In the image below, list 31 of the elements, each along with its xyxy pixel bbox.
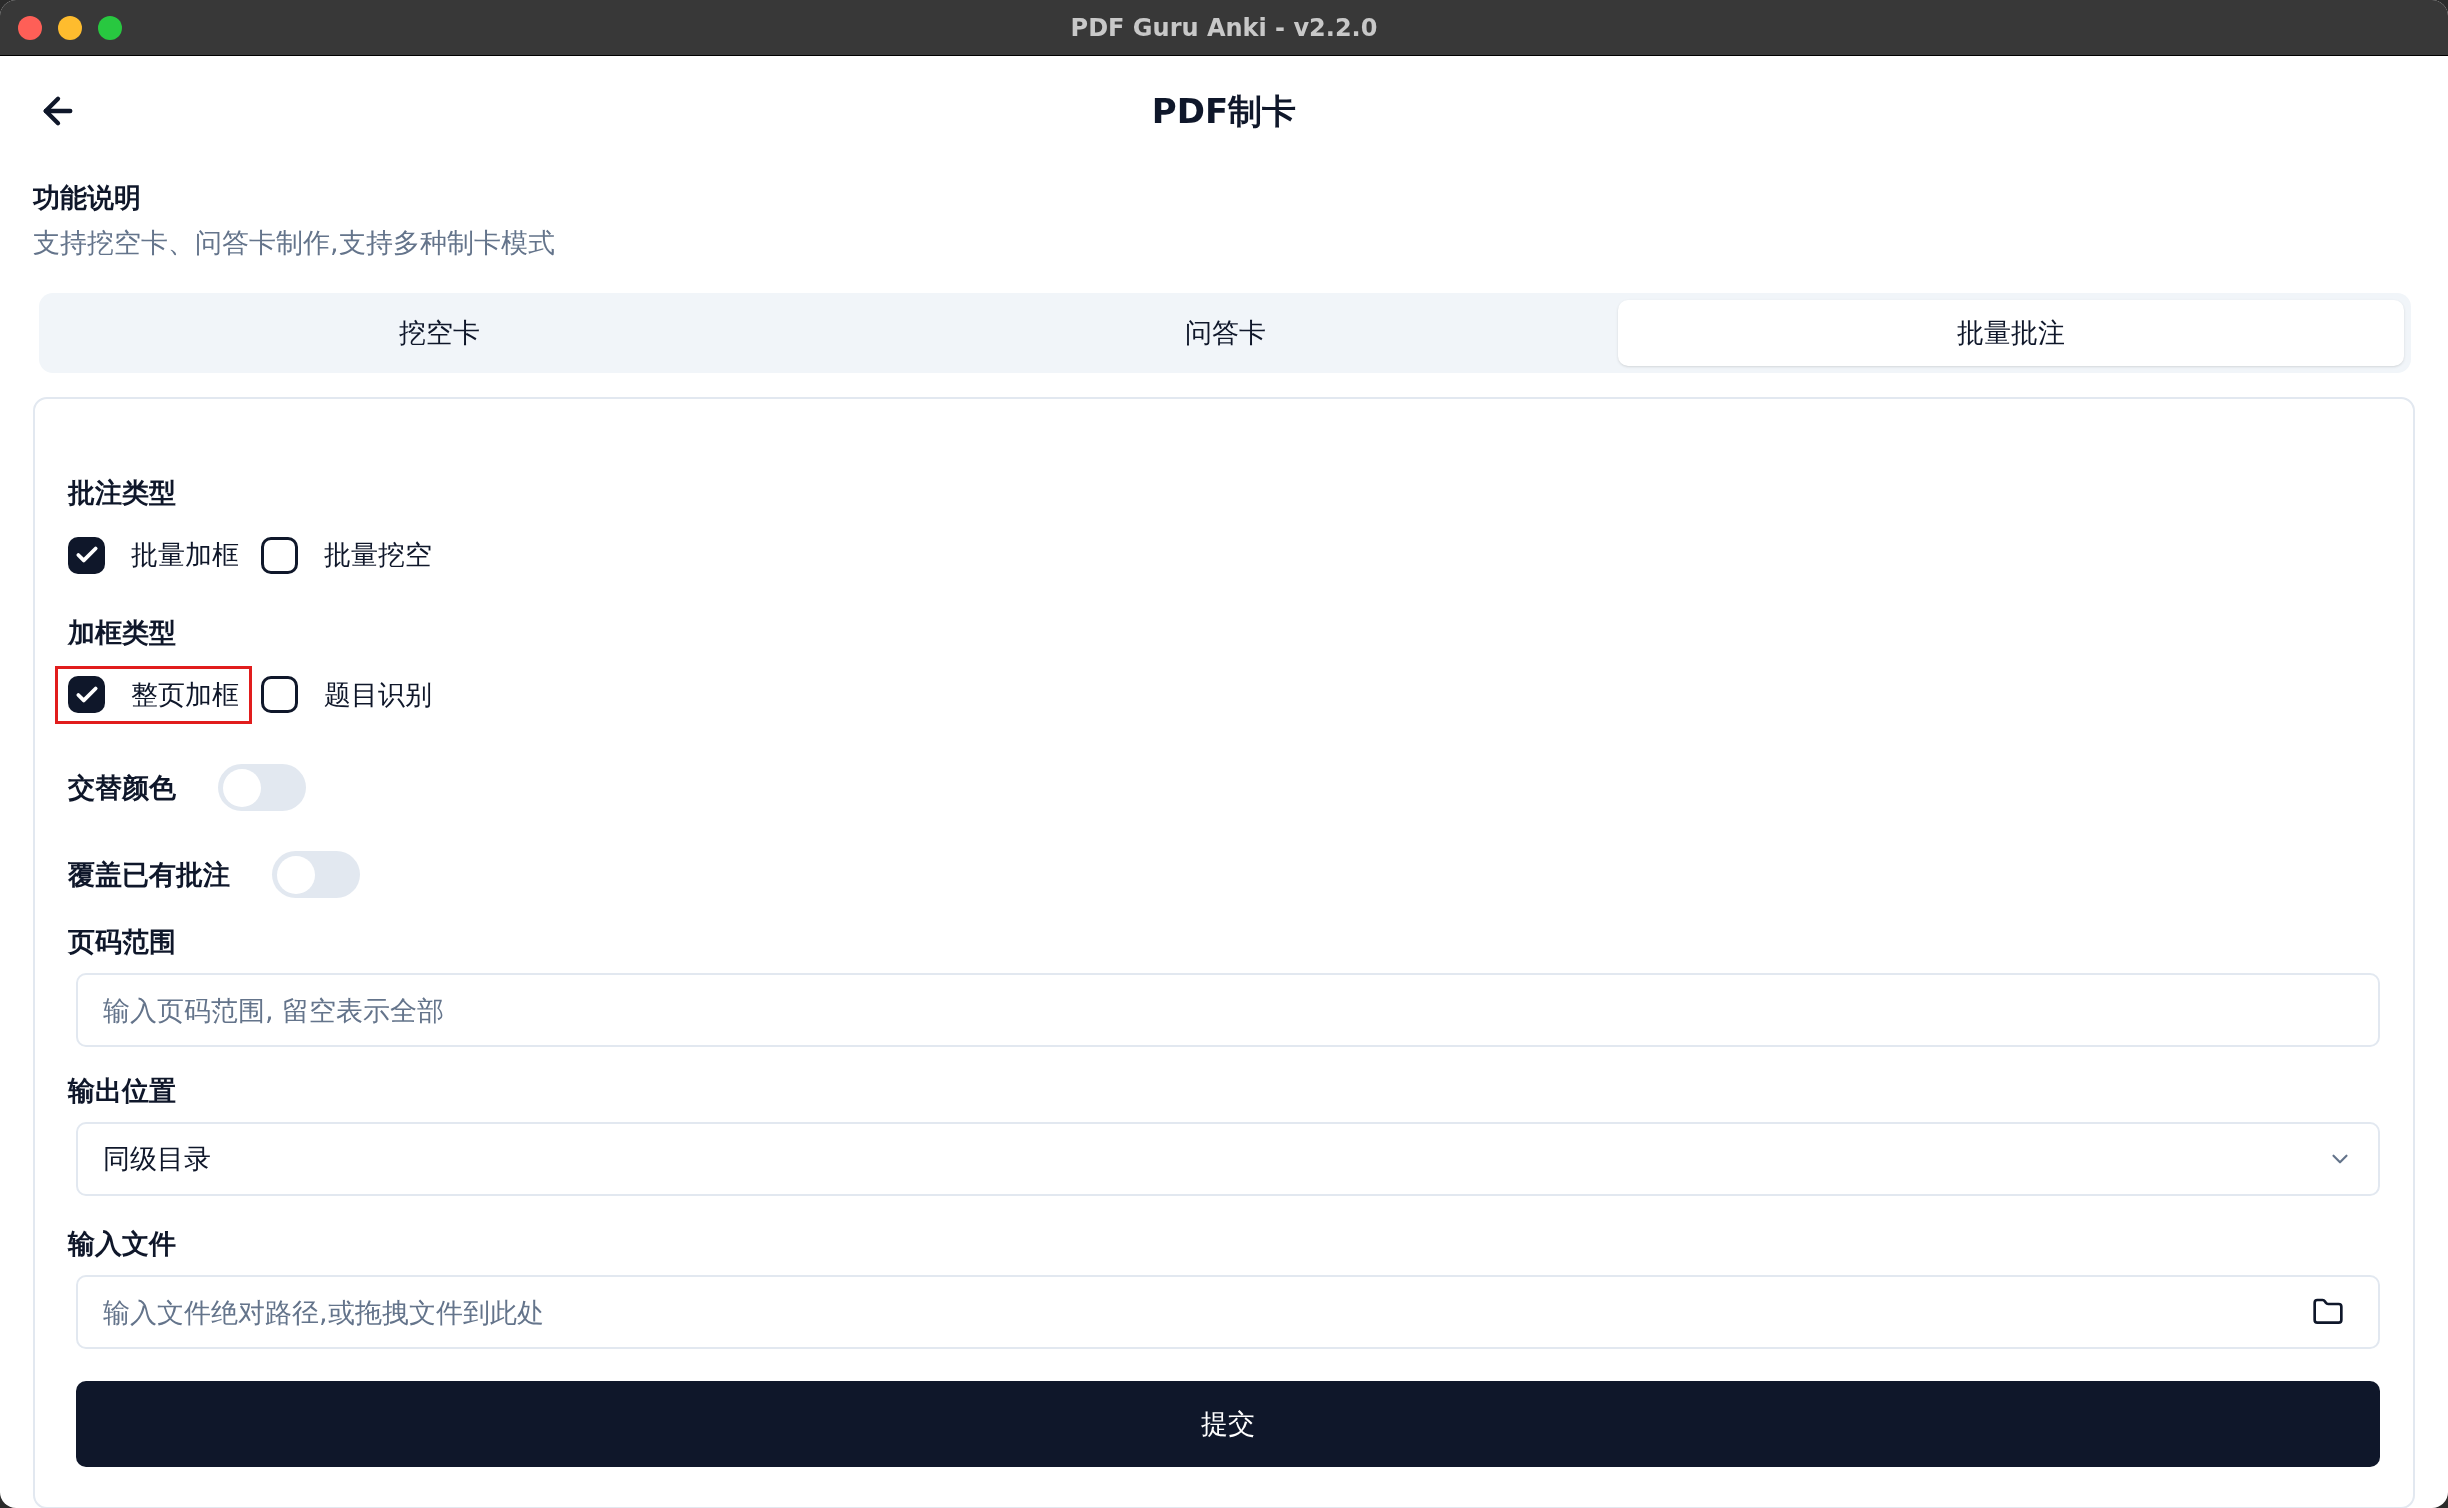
field-label: 输出位置 <box>68 1074 176 1109</box>
field-label: 加框类型 <box>68 615 176 650</box>
minimize-button[interactable] <box>58 15 82 40</box>
zoom-button[interactable] <box>98 15 122 40</box>
field-label: 页码范围 <box>68 925 176 960</box>
checkbox[interactable] <box>261 536 298 574</box>
checkbox[interactable] <box>261 676 298 714</box>
toggle-switch[interactable] <box>272 851 360 899</box>
field-label: 覆盖已有批注 <box>68 858 230 893</box>
description-text: 支持挖空卡、问答卡制作,支持多种制卡模式 <box>33 225 555 260</box>
window-title: PDF Guru Anki - v2.2.0 <box>1070 12 1378 44</box>
close-button[interactable] <box>18 15 42 40</box>
section-heading: 功能说明 <box>33 181 141 215</box>
submit-button[interactable]: 提交 <box>76 1381 2380 1468</box>
tab[interactable]: 挖空卡 <box>46 300 832 366</box>
tab[interactable]: 问答卡 <box>832 300 1618 366</box>
field-label: 批注类型 <box>68 476 176 510</box>
toggle-switch[interactable] <box>218 764 306 812</box>
checkbox-label: 批量挖空 <box>324 538 432 573</box>
checkbox-label: 整页加框 <box>131 677 239 712</box>
checkbox-label: 批量加框 <box>131 538 239 573</box>
field-label: 交替颜色 <box>68 771 176 806</box>
input-field[interactable]: 输入页码范围, 留空表示全部 <box>76 973 2380 1048</box>
checkbox-label: 题目识别 <box>324 677 432 712</box>
dropdown-select[interactable]: 同级目录 <box>76 1122 2380 1197</box>
checkbox[interactable] <box>68 536 105 574</box>
field-label: 输入文件 <box>68 1227 176 1262</box>
file-input-field[interactable]: 输入文件绝对路径,或拖拽文件到此处 <box>76 1275 2380 1350</box>
tab[interactable]: 批量批注 <box>1618 300 2404 366</box>
page-title: PDF制卡 <box>1151 89 1297 133</box>
checkbox[interactable] <box>68 676 105 714</box>
